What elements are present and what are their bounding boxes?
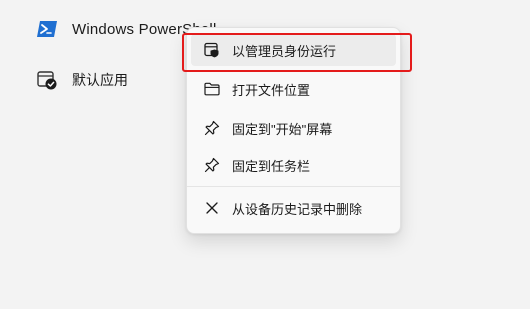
context-menu: 以管理员身份运行 打开文件位置 固定到"开始"屏幕 固定到任务栏 从设备历史记录… — [186, 27, 401, 234]
menu-item-label: 打开文件位置 — [232, 82, 311, 98]
menu-item-run-as-admin[interactable]: 以管理员身份运行 — [191, 34, 396, 66]
pin-icon — [203, 156, 221, 174]
menu-item-remove-from-history[interactable]: 从设备历史记录中删除 — [191, 192, 396, 224]
menu-item-pin-to-taskbar[interactable]: 固定到任务栏 — [191, 149, 396, 181]
pin-icon — [203, 119, 221, 137]
menu-item-label: 以管理员身份运行 — [232, 43, 337, 59]
menu-item-pin-to-start[interactable]: 固定到"开始"屏幕 — [191, 112, 396, 144]
menu-separator — [187, 186, 400, 187]
close-icon — [203, 199, 221, 217]
menu-item-open-file-location[interactable]: 打开文件位置 — [191, 73, 396, 105]
default-apps-item[interactable]: 默认应用 — [36, 69, 128, 91]
menu-item-label: 固定到任务栏 — [232, 158, 311, 174]
folder-icon — [203, 80, 221, 98]
default-app-icon — [36, 69, 58, 91]
menu-item-label: 从设备历史记录中删除 — [232, 201, 363, 217]
shield-window-icon — [203, 41, 221, 59]
powershell-icon — [36, 19, 58, 39]
menu-item-label: 固定到"开始"屏幕 — [232, 121, 333, 137]
default-apps-label: 默认应用 — [72, 72, 128, 88]
